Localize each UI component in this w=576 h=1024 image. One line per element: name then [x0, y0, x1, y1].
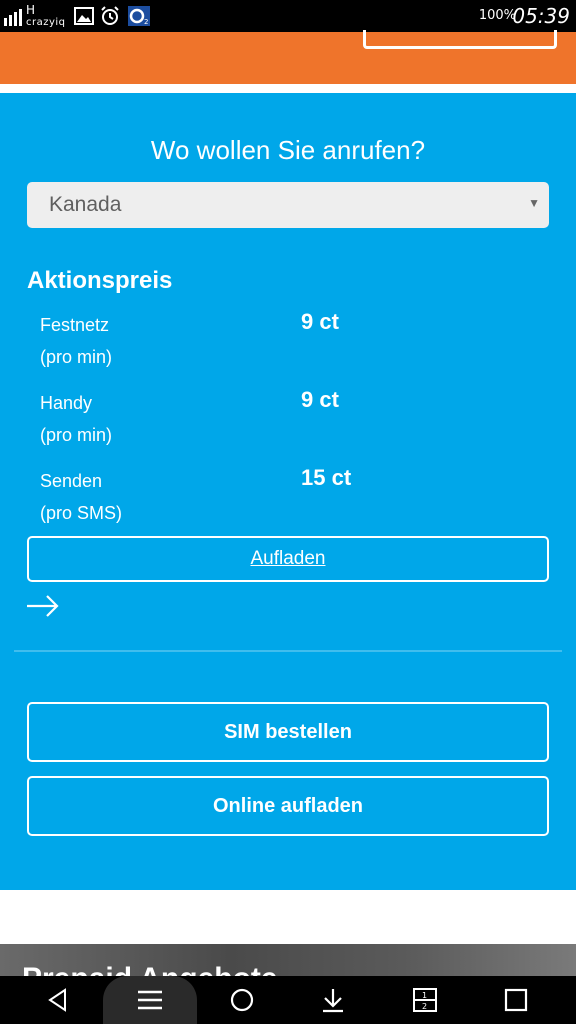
- rate-unit: (pro SMS): [40, 503, 123, 523]
- battery-level: 100%: [478, 8, 516, 23]
- rate-price: 9 ct: [301, 387, 339, 412]
- orange-header-band: [0, 30, 576, 84]
- back-icon[interactable]: [28, 976, 88, 1024]
- navigation-bar: 1 2: [0, 976, 576, 1024]
- menu-icon[interactable]: [120, 976, 180, 1024]
- online-topup-button[interactable]: Online aufladen: [27, 776, 549, 836]
- signal-icon: [4, 6, 22, 26]
- rate-price: 15 ct: [301, 465, 352, 490]
- alarm-icon: [101, 6, 119, 25]
- recent-apps-icon[interactable]: [486, 976, 546, 1024]
- promo-price-title: Aktionspreis: [27, 267, 173, 294]
- order-sim-button[interactable]: SIM bestellen: [27, 702, 549, 762]
- svg-text:1: 1: [422, 991, 427, 1000]
- rate-unit: (pro min): [40, 347, 113, 367]
- svg-text:2: 2: [422, 1002, 427, 1011]
- rate-label: Festnetz: [40, 315, 110, 335]
- arrow-right-icon[interactable]: [26, 593, 60, 619]
- country-select-value: Kanada: [49, 193, 122, 216]
- download-icon[interactable]: [303, 976, 363, 1024]
- network-type: H: [26, 3, 36, 17]
- status-bar: H crazyiq 2 100% 05:39: [0, 0, 576, 32]
- rate-price: 9 ct: [301, 309, 339, 334]
- clock: 05:39: [512, 4, 570, 28]
- banner-image: Prepaid Angebote: [0, 944, 576, 980]
- header-outline-button[interactable]: [363, 30, 557, 49]
- destination-question: Wo wollen Sie anrufen?: [150, 135, 426, 165]
- home-icon[interactable]: [212, 976, 272, 1024]
- gallery-icon: [74, 7, 94, 25]
- svg-text:2: 2: [144, 18, 148, 26]
- country-select[interactable]: Kanada ▼: [27, 182, 549, 228]
- caret-down-icon: ▼: [528, 196, 540, 210]
- rate-label: Handy: [40, 393, 93, 413]
- calling-rates-panel: Wo wollen Sie anrufen? Kanada ▼ Aktionsp…: [0, 93, 576, 890]
- split-screen-icon[interactable]: 1 2: [395, 976, 455, 1024]
- rate-unit: (pro min): [40, 425, 113, 445]
- divider: [14, 650, 562, 652]
- rate-label: Senden: [40, 471, 103, 491]
- topup-button[interactable]: Aufladen: [27, 536, 549, 582]
- carrier-name: crazyiq: [26, 17, 66, 28]
- o2-icon: 2: [128, 6, 150, 26]
